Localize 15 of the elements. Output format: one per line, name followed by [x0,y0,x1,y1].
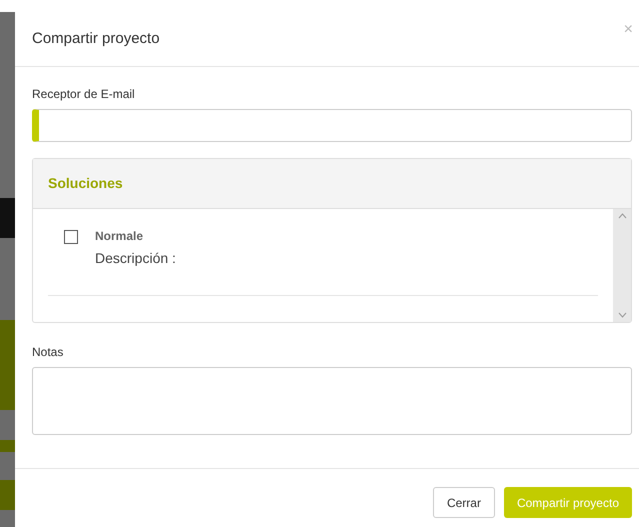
checkbox[interactable] [64,230,78,244]
scrollbar[interactable] [613,209,631,322]
solution-description: Descripción : [95,249,176,268]
panel-title: Soluciones [48,174,123,193]
scroll-up-icon[interactable] [618,213,626,219]
email-field[interactable] [32,109,632,142]
notes-label: Notas [32,344,64,361]
notes-field[interactable] [32,367,632,435]
scroll-down-icon[interactable] [618,312,626,318]
close-button[interactable]: × [624,22,633,38]
dialog-title: Compartir proyecto [32,28,160,49]
solution-name: Normale [95,228,144,245]
share-button[interactable]: Compartir proyecto [504,487,632,518]
close-dialog-button[interactable]: Cerrar [432,487,495,518]
email-label: Receptor de E-mail [32,86,136,103]
